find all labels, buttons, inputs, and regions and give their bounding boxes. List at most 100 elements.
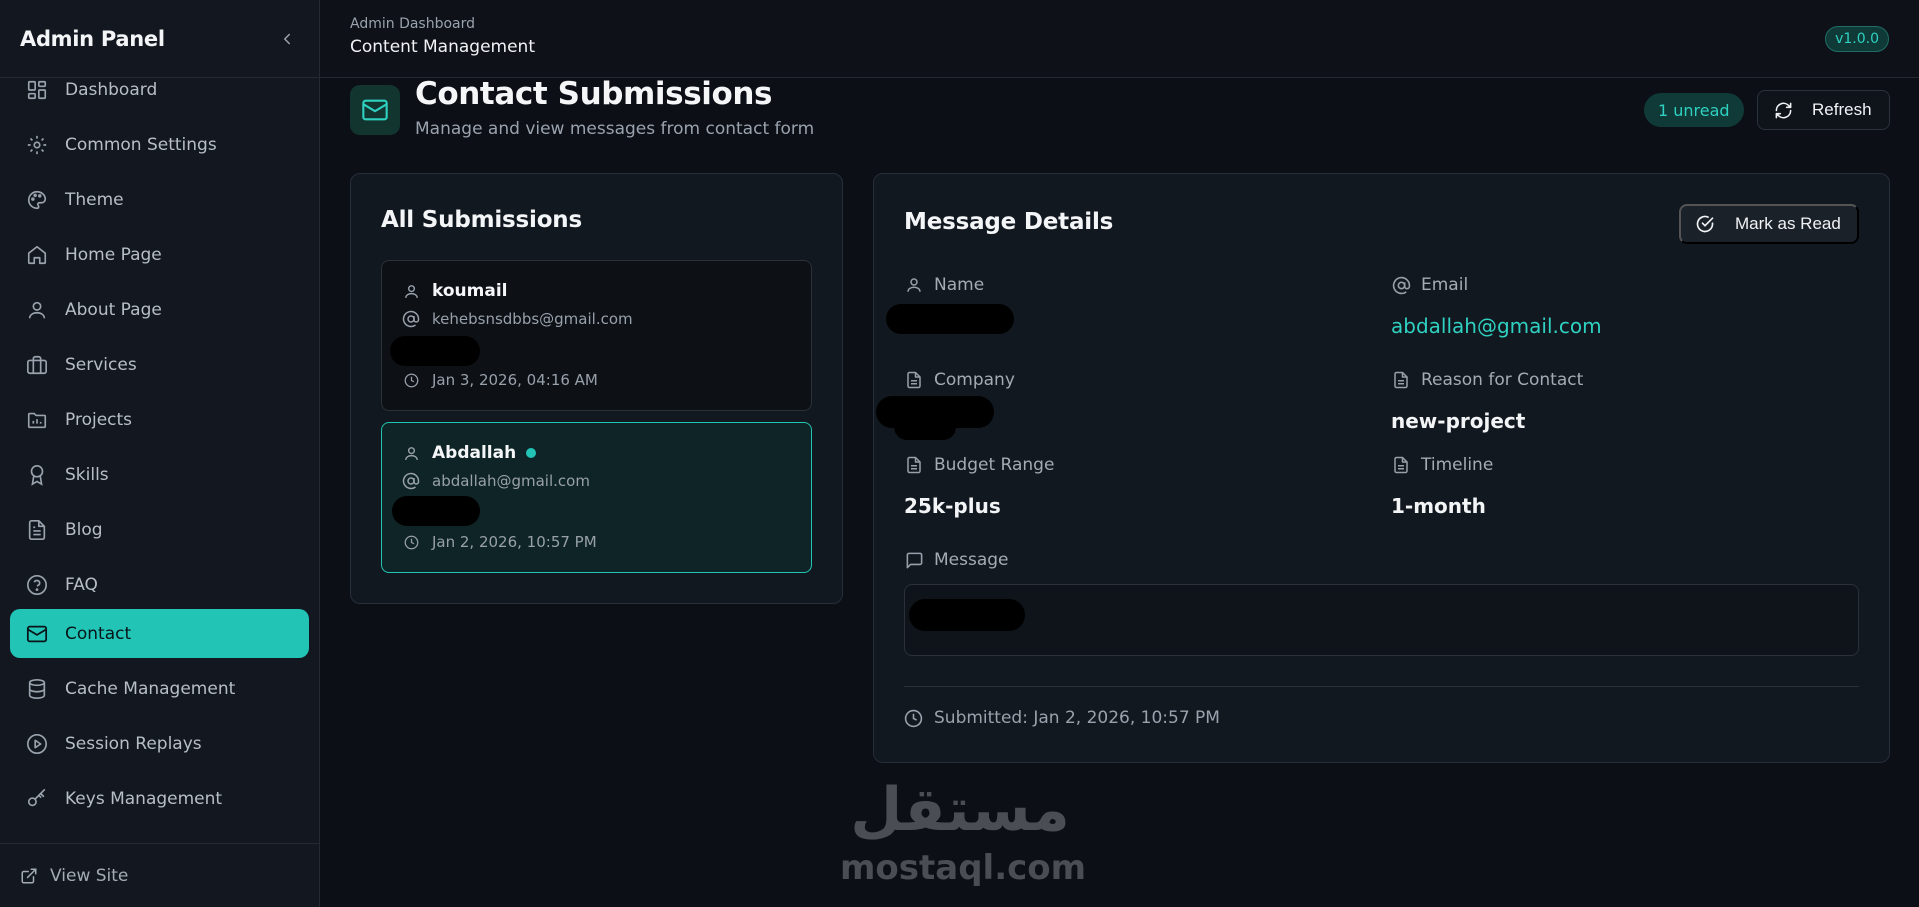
sidebar-item-faq[interactable]: FAQ: [10, 560, 309, 609]
mark-as-read-label: Mark as Read: [1735, 214, 1841, 233]
page-header-icon: [350, 85, 400, 135]
refresh-label: Refresh: [1812, 100, 1872, 119]
sidebar-item-label: Home Page: [65, 244, 162, 265]
sidebar-item-dashboard[interactable]: Dashboard: [10, 78, 309, 114]
sidebar-item-label: Cache Management: [65, 678, 236, 699]
key-icon: [25, 787, 49, 811]
briefcase-icon: [25, 353, 49, 377]
timeline-value: 1-month: [1391, 494, 1486, 518]
sidebar-footer: View Site: [0, 843, 319, 907]
page-title: Contact Submissions: [415, 76, 773, 112]
database-icon: [25, 677, 49, 701]
sidebar: Admin Panel Dashboard Common Settings Th…: [0, 0, 320, 907]
folder-icon: [25, 408, 49, 432]
sidebar-item-keys-management[interactable]: Keys Management: [10, 774, 309, 823]
mail-icon: [25, 622, 49, 646]
mark-as-read-button[interactable]: Mark as Read: [1679, 204, 1859, 244]
refresh-icon: [1774, 100, 1794, 120]
document-icon: [904, 455, 924, 475]
unread-dot: [526, 448, 537, 458]
sidebar-nav: Dashboard Common Settings Theme Home Pag…: [0, 78, 319, 843]
sidebar-item-label: Dashboard: [65, 79, 158, 100]
at-sign-icon: [402, 310, 420, 328]
submission-item[interactable]: Abdallah abdallah@gmail.com Jan 2, 2026,…: [381, 422, 812, 573]
message-label: Message: [904, 550, 1009, 570]
sidebar-item-label: Keys Management: [65, 788, 223, 809]
sidebar-item-label: Blog: [65, 519, 103, 540]
sidebar-item-home-page[interactable]: Home Page: [10, 230, 309, 279]
reason-label: Reason for Contact: [1391, 370, 1583, 390]
clock-icon: [402, 371, 420, 389]
sidebar-item-label: Projects: [65, 409, 133, 430]
sidebar-item-common-settings[interactable]: Common Settings: [10, 120, 309, 169]
submission-date: Jan 3, 2026, 04:16 AM: [432, 371, 598, 389]
sidebar-item-about-page[interactable]: About Page: [10, 285, 309, 334]
sidebar-item-blog[interactable]: Blog: [10, 505, 309, 554]
redacted-content: [392, 496, 480, 526]
gear-icon: [25, 133, 49, 157]
document-icon: [25, 518, 49, 542]
name-label: Name: [904, 275, 984, 295]
submission-email: abdallah@gmail.com: [432, 472, 590, 490]
sidebar-item-session-replays[interactable]: Session Replays: [10, 719, 309, 768]
submitted-info: Submitted: Jan 2, 2026, 10:57 PM: [904, 708, 1220, 728]
breadcrumb: Admin Dashboard: [350, 16, 476, 32]
sidebar-item-theme[interactable]: Theme: [10, 175, 309, 224]
watermark-latin: mostaql.com: [840, 848, 1087, 888]
chevron-left-icon: [284, 33, 290, 44]
user-icon: [25, 298, 49, 322]
user-icon: [402, 444, 420, 462]
sidebar-item-label: Skills: [65, 464, 109, 485]
user-icon: [904, 275, 924, 295]
sidebar-item-label: Session Replays: [65, 733, 202, 754]
email-value[interactable]: abdallah@gmail.com: [1391, 314, 1602, 338]
sidebar-item-label: FAQ: [65, 574, 98, 595]
message-details-card: Message Details Mark as Read Name Email …: [873, 173, 1890, 763]
topbar: Admin Dashboard Content Management v1.0.…: [320, 0, 1919, 78]
clock-icon: [402, 533, 420, 551]
submission-item[interactable]: koumail kehebsnsdbbs@gmail.com Jan 3, 20…: [381, 260, 812, 411]
redacted-company: [894, 414, 956, 440]
redacted-message: [909, 599, 1025, 631]
submission-name: Abdallah: [432, 443, 517, 463]
sidebar-item-label: Services: [65, 354, 137, 375]
redacted-content: [390, 336, 480, 366]
document-icon: [1391, 455, 1411, 475]
view-site-link[interactable]: View Site: [20, 866, 128, 886]
clock-icon: [904, 708, 924, 728]
company-label: Company: [904, 370, 1015, 390]
divider: [904, 686, 1859, 687]
sidebar-item-skills[interactable]: Skills: [10, 450, 309, 499]
refresh-button[interactable]: Refresh: [1757, 90, 1890, 130]
version-badge: v1.0.0: [1825, 26, 1889, 52]
submissions-card: All Submissions koumail kehebsnsdbbs@gma…: [350, 173, 843, 604]
help-circle-icon: [25, 573, 49, 597]
at-sign-icon: [402, 472, 420, 490]
redacted-name: [886, 304, 1014, 334]
at-sign-icon: [1391, 275, 1411, 295]
user-icon: [402, 282, 420, 300]
sidebar-item-projects[interactable]: Projects: [10, 395, 309, 444]
sidebar-item-contact[interactable]: Contact: [10, 609, 309, 658]
submitted-text: Submitted: Jan 2, 2026, 10:57 PM: [934, 708, 1220, 728]
collapse-sidebar-button[interactable]: [275, 27, 299, 51]
sidebar-item-cache-management[interactable]: Cache Management: [10, 664, 309, 713]
palette-icon: [25, 188, 49, 212]
sidebar-item-services[interactable]: Services: [10, 340, 309, 389]
timeline-label: Timeline: [1391, 455, 1493, 475]
view-site-label: View Site: [50, 865, 129, 886]
sidebar-item-label: Common Settings: [65, 134, 217, 155]
email-label: Email: [1391, 275, 1468, 295]
check-circle-icon: [1695, 213, 1717, 235]
external-link-icon: [20, 866, 40, 886]
watermark-arabic: مستقل: [850, 775, 1070, 845]
sidebar-header: Admin Panel: [0, 0, 319, 78]
page-subtitle: Manage and view messages from contact fo…: [415, 119, 815, 139]
dashboard-icon: [25, 78, 49, 102]
submissions-title: All Submissions: [381, 207, 582, 233]
submission-email: kehebsnsdbbs@gmail.com: [432, 310, 633, 328]
breadcrumb-section: Content Management: [350, 37, 535, 57]
budget-value: 25k-plus: [904, 494, 1001, 518]
message-square-icon: [904, 550, 924, 570]
sidebar-item-label: Contact: [65, 623, 132, 644]
